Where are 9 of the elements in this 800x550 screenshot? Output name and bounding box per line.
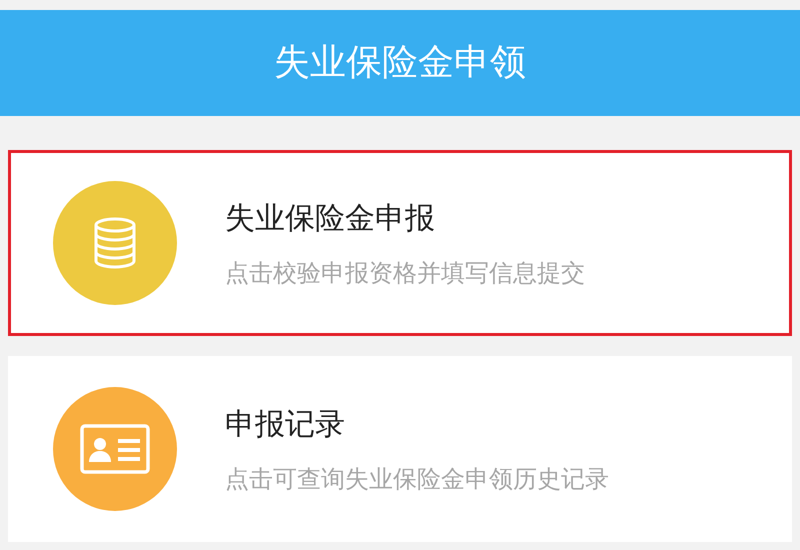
menu-item[interactable]: 失业保险金申报 点击校验申报资格并填写信息提交 [8, 150, 792, 336]
coin-stack-icon [93, 217, 137, 269]
page-title: 失业保险金申领 [274, 41, 526, 85]
menu-item[interactable]: 申报记录 点击可查询失业保险金申领历史记录 [8, 356, 792, 542]
item-title: 失业保险金申报 [225, 200, 436, 238]
item-title: 申报记录 [225, 406, 346, 444]
id-card-icon [80, 424, 150, 474]
item-subtitle: 点击校验申报资格并填写信息提交 [225, 258, 585, 288]
item-subtitle: 点击可查询失业保险金申领历史记录 [225, 464, 609, 494]
